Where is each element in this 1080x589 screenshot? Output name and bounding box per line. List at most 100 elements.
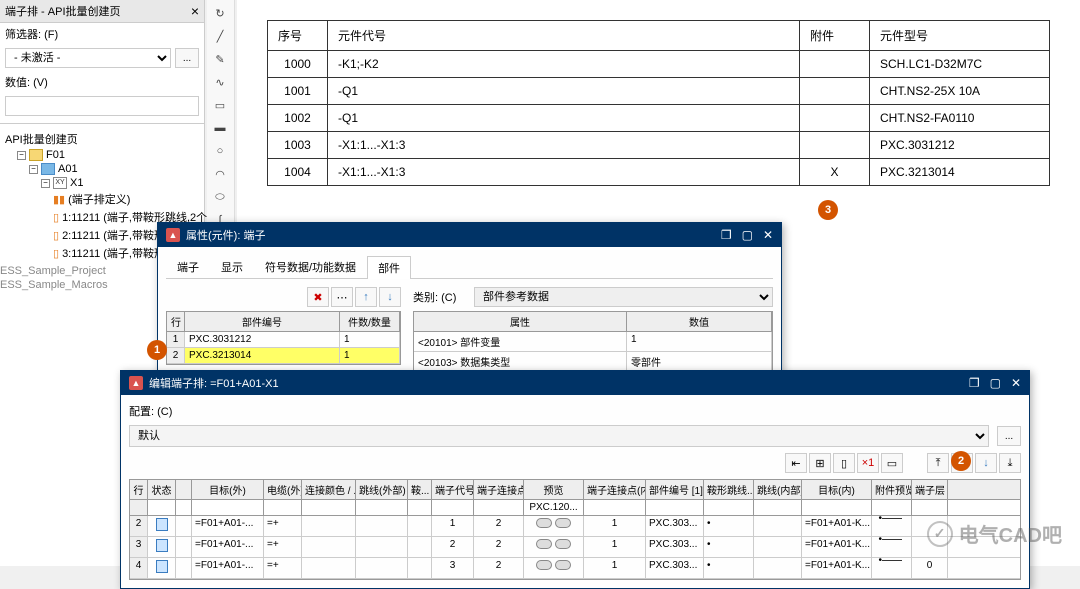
dialog-titlebar[interactable]: ▲ 属性(元件): 端子 ❐ ▢ ✕ <box>158 223 781 247</box>
restore-icon[interactable]: ❐ <box>721 228 732 242</box>
terminal-grid[interactable]: 行 状态 目标(外) 电缆(外) 连接颜色 / ... 跳线(外部) 鞍... … <box>129 479 1021 580</box>
tab-symbol[interactable]: 符号数据/功能数据 <box>254 255 367 278</box>
page-icon <box>156 518 168 531</box>
circle-icon[interactable]: ○ <box>209 140 231 162</box>
grid-row[interactable]: <20101> 部件变量 1 <box>414 332 772 352</box>
terminal-icon: ▯ <box>53 229 59 242</box>
tree-node-f01[interactable]: − F01 <box>5 148 199 162</box>
tool-button[interactable]: ⊞ <box>809 453 831 473</box>
delete-button[interactable]: ✖ <box>307 287 329 307</box>
filter-label: 筛选器: (F) <box>5 26 58 42</box>
table-row: 1000-K1;-K2SCH.LC1-D32M7C <box>268 51 1050 78</box>
tool-button[interactable]: ×1 <box>857 453 879 473</box>
last-button[interactable]: ⤓ <box>999 453 1021 473</box>
properties-grid[interactable]: 属性 数值 <20101> 部件变量 1 <20103> 数据集类型 零部件 <box>413 311 773 373</box>
maximize-icon[interactable]: ▢ <box>990 376 1001 390</box>
refresh-icon[interactable]: ↻ <box>209 2 231 24</box>
line-tool-icon[interactable]: ╱ <box>209 25 231 47</box>
saddle-icon <box>555 560 571 570</box>
edit-terminal-strip-dialog: ▲ 编辑端子排: =F01+A01-X1 ❐ ▢ ✕ 配置: (C) 默认 ..… <box>120 370 1030 589</box>
table-row: 1003-X1:1...-X1:3PXC.3031212 <box>268 132 1050 159</box>
value-input[interactable] <box>5 96 199 116</box>
dialog-title-text: 编辑端子排: =F01+A01-X1 <box>149 375 279 391</box>
filter-select[interactable]: - 未激活 - <box>5 48 171 68</box>
tree-node-x1-def[interactable]: ▮▮ (端子排定义) <box>5 190 199 208</box>
polyline-icon[interactable]: ∿ <box>209 71 231 93</box>
config-more-button[interactable]: ... <box>997 426 1021 446</box>
restore-icon[interactable]: ❐ <box>969 376 980 390</box>
maximize-icon[interactable]: ▢ <box>742 228 753 242</box>
tool-button[interactable]: ▭ <box>881 453 903 473</box>
box-icon <box>41 163 55 175</box>
tab-display[interactable]: 显示 <box>210 255 254 278</box>
collapse-icon[interactable]: − <box>41 179 50 188</box>
terminal-icon: ▯ <box>53 211 59 224</box>
annotation-badge-2: 2 <box>951 451 971 471</box>
collapse-icon[interactable]: − <box>17 151 26 160</box>
accessory-icon <box>882 518 902 526</box>
dialog-titlebar[interactable]: ▲ 编辑端子排: =F01+A01-X1 ❐ ▢ ✕ <box>121 371 1029 395</box>
annotation-badge-1: 1 <box>147 340 167 360</box>
move-down-button[interactable]: ↓ <box>975 453 997 473</box>
saddle-icon <box>536 518 552 528</box>
grid-row[interactable]: 1 PXC.3031212 1 <box>167 332 400 348</box>
dialog-title-text: 属性(元件): 端子 <box>186 227 265 243</box>
terminal-icon: ▮▮ <box>53 193 65 206</box>
first-button[interactable]: ⤒ <box>927 453 949 473</box>
tool-button[interactable]: ⇤ <box>785 453 807 473</box>
arc-icon[interactable]: ◠ <box>209 163 231 185</box>
move-down-button[interactable]: ↓ <box>379 287 401 307</box>
ellipse-icon[interactable]: ⬭ <box>209 186 231 208</box>
tool-button[interactable]: ▯ <box>833 453 855 473</box>
saddle-icon <box>536 560 552 570</box>
terminal-strip-icon: XY <box>53 177 67 189</box>
dialog-tabs: 端子 显示 符号数据/功能数据 部件 <box>166 255 773 279</box>
tree-node-x1[interactable]: − XY X1 <box>5 176 199 190</box>
close-icon[interactable]: ✕ <box>1011 376 1021 390</box>
header-att: 附件 <box>800 21 870 51</box>
grid-row[interactable]: 3 =F01+A01-... =+ 2 2 1 PXC.303... • =F0… <box>130 537 1020 558</box>
properties-dialog: ▲ 属性(元件): 端子 ❐ ▢ ✕ 端子 显示 符号数据/功能数据 部件 ✖ … <box>157 222 782 382</box>
grid-row[interactable]: <20103> 数据集类型 零部件 <box>414 352 772 372</box>
category-label: 类别: (C) <box>413 289 468 305</box>
saddle-icon <box>536 539 552 549</box>
navigator-title: 端子排 - API批量创建页 <box>5 3 121 19</box>
move-up-button[interactable]: ↑ <box>355 287 377 307</box>
tab-parts[interactable]: 部件 <box>367 256 411 279</box>
tab-terminal[interactable]: 端子 <box>166 255 210 278</box>
header-model: 元件型号 <box>870 21 1050 51</box>
value-label: 数值: (V) <box>5 74 48 90</box>
table-row: 1002-Q1CHT.NS2-FA0110 <box>268 105 1050 132</box>
filled-rect-icon[interactable]: ▬ <box>209 117 231 139</box>
saddle-icon <box>555 539 571 549</box>
config-select[interactable]: 默认 <box>129 425 989 447</box>
alert-icon: ▲ <box>166 228 180 242</box>
grid-row[interactable]: 4 =F01+A01-... =+ 3 2 1 PXC.303... • =F0… <box>130 558 1020 579</box>
grid-row[interactable]: 2 =F01+A01-... =+ 1 2 1 PXC.303... • =F0… <box>130 516 1020 537</box>
page-icon <box>156 560 168 573</box>
alert-icon: ▲ <box>129 376 143 390</box>
header-seq: 序号 <box>268 21 328 51</box>
close-icon[interactable]: ✕ <box>763 228 773 242</box>
filter-more-button[interactable]: ... <box>175 48 199 68</box>
watermark: ✓ 电气CAD吧 <box>927 519 1062 548</box>
grid-row-selected[interactable]: 2 PXC.3213014 1 <box>167 348 400 364</box>
collapse-icon[interactable]: − <box>29 165 38 174</box>
table-row: 1004-X1:1...-X1:3XPXC.3213014 <box>268 159 1050 186</box>
extra-button[interactable]: ⋯ <box>331 287 353 307</box>
annotation-badge-3: 3 <box>818 200 838 220</box>
tree-root[interactable]: API批量创建页 <box>5 130 199 148</box>
component-table: 序号 元件代号 附件 元件型号 1000-K1;-K2SCH.LC1-D32M7… <box>267 20 1050 186</box>
config-label: 配置: (C) <box>129 403 172 419</box>
accessory-icon <box>882 539 902 547</box>
category-select[interactable]: 部件参考数据 <box>474 287 773 307</box>
close-icon[interactable]: × <box>191 3 199 19</box>
saddle-icon <box>555 518 571 528</box>
rectangle-icon[interactable]: ▭ <box>209 94 231 116</box>
header-code: 元件代号 <box>328 21 800 51</box>
tree-node-a01[interactable]: − A01 <box>5 162 199 176</box>
parts-grid[interactable]: 行 部件编号 件数/数量 1 PXC.3031212 1 2 PXC.32130… <box>166 311 401 365</box>
navigator-title-bar: 端子排 - API批量创建页 × <box>0 0 204 23</box>
pencil-icon[interactable]: ✎ <box>209 48 231 70</box>
wechat-icon: ✓ <box>927 521 953 547</box>
